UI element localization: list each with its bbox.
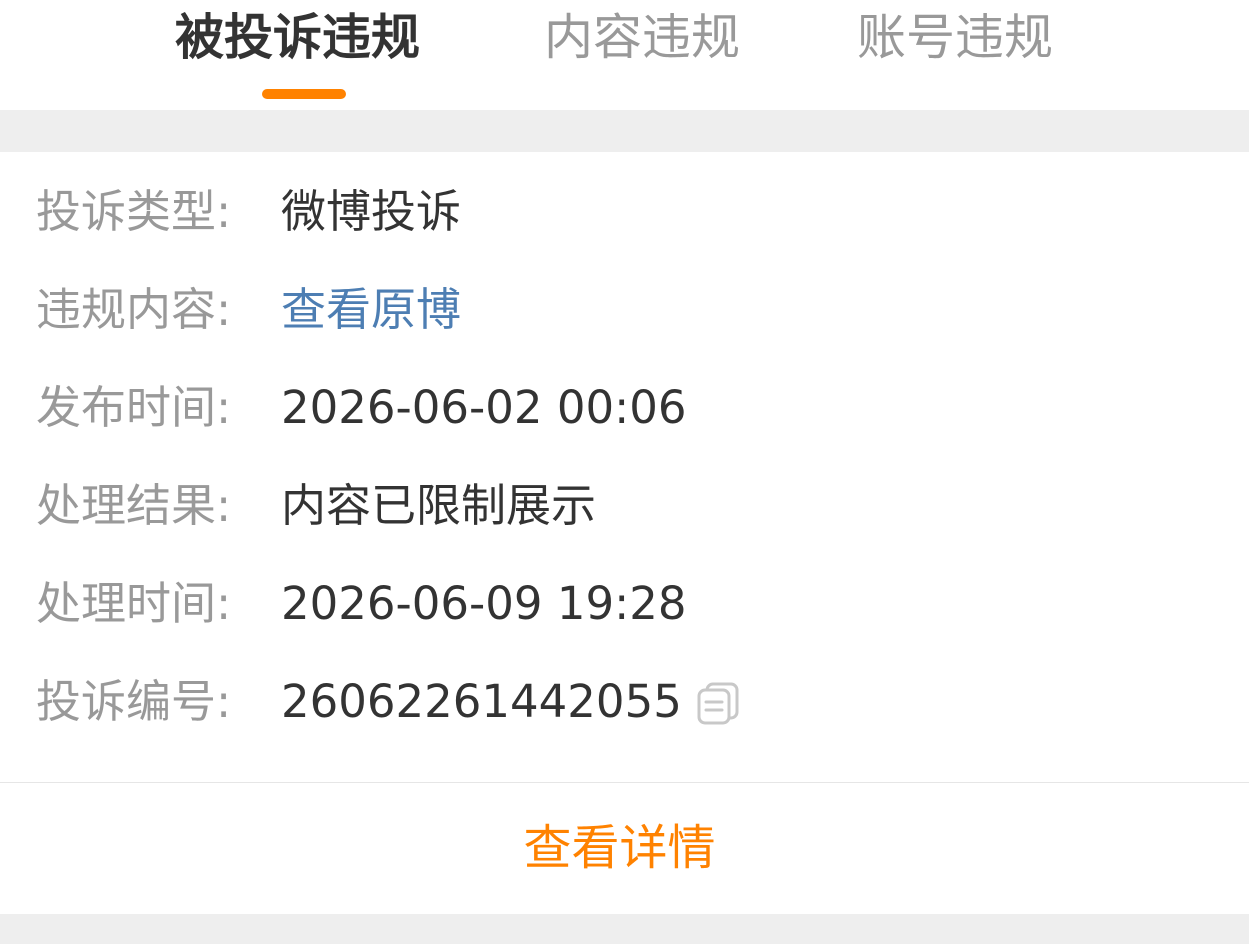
tab-account-violation[interactable]: 账号违规 xyxy=(857,0,1063,110)
bottom-separator xyxy=(0,914,1249,944)
detail-row-violation-content: 违规内容: 查看原博 xyxy=(0,275,1249,345)
detail-row-complaint-type: 投诉类型: 微博投诉 xyxy=(0,177,1249,247)
violation-tabs: 被投诉违规 内容违规 账号违规 xyxy=(0,0,1249,110)
complaint-record-page: 被投诉违规 内容违规 账号违规 投诉类型: 微博投诉 违规内容: 查看原博 发布… xyxy=(0,0,1249,944)
detail-label: 处理时间: xyxy=(36,577,232,630)
tab-label: 账号违规 xyxy=(857,9,1054,66)
detail-label: 投诉编号: xyxy=(36,675,232,728)
view-original-post-link[interactable]: 查看原博 xyxy=(281,275,461,345)
detail-row-handling-time: 处理时间: 2026-06-09 19:28 xyxy=(0,569,1249,639)
view-details-label: 查看详情 xyxy=(523,820,716,876)
complaint-number-value: 26062261442055 xyxy=(281,675,682,728)
active-tab-indicator xyxy=(262,89,346,99)
detail-row-handling-result: 处理结果: 内容已限制展示 xyxy=(0,471,1249,541)
detail-label: 违规内容: xyxy=(36,283,232,336)
detail-label: 投诉类型: xyxy=(36,185,232,238)
detail-value: 2026-06-09 19:28 xyxy=(281,577,687,630)
tab-label: 内容违规 xyxy=(544,9,741,66)
view-details-button[interactable]: 查看详情 xyxy=(0,783,1249,914)
detail-row-complaint-number: 投诉编号: 26062261442055 xyxy=(0,667,1249,737)
detail-value: 内容已限制展示 xyxy=(281,479,597,532)
detail-value: 2026-06-02 00:06 xyxy=(281,381,687,434)
detail-value: 微博投诉 xyxy=(281,185,462,238)
copy-icon[interactable] xyxy=(696,681,740,725)
detail-row-publish-time: 发布时间: 2026-06-02 00:06 xyxy=(0,373,1249,443)
detail-label: 发布时间: xyxy=(36,381,232,434)
tab-content-violation[interactable]: 内容违规 xyxy=(544,0,750,110)
section-separator xyxy=(0,110,1249,152)
detail-label: 处理结果: xyxy=(36,479,232,532)
tab-label: 被投诉违规 xyxy=(175,9,421,66)
tab-complained-violation[interactable]: 被投诉违规 xyxy=(175,0,435,110)
